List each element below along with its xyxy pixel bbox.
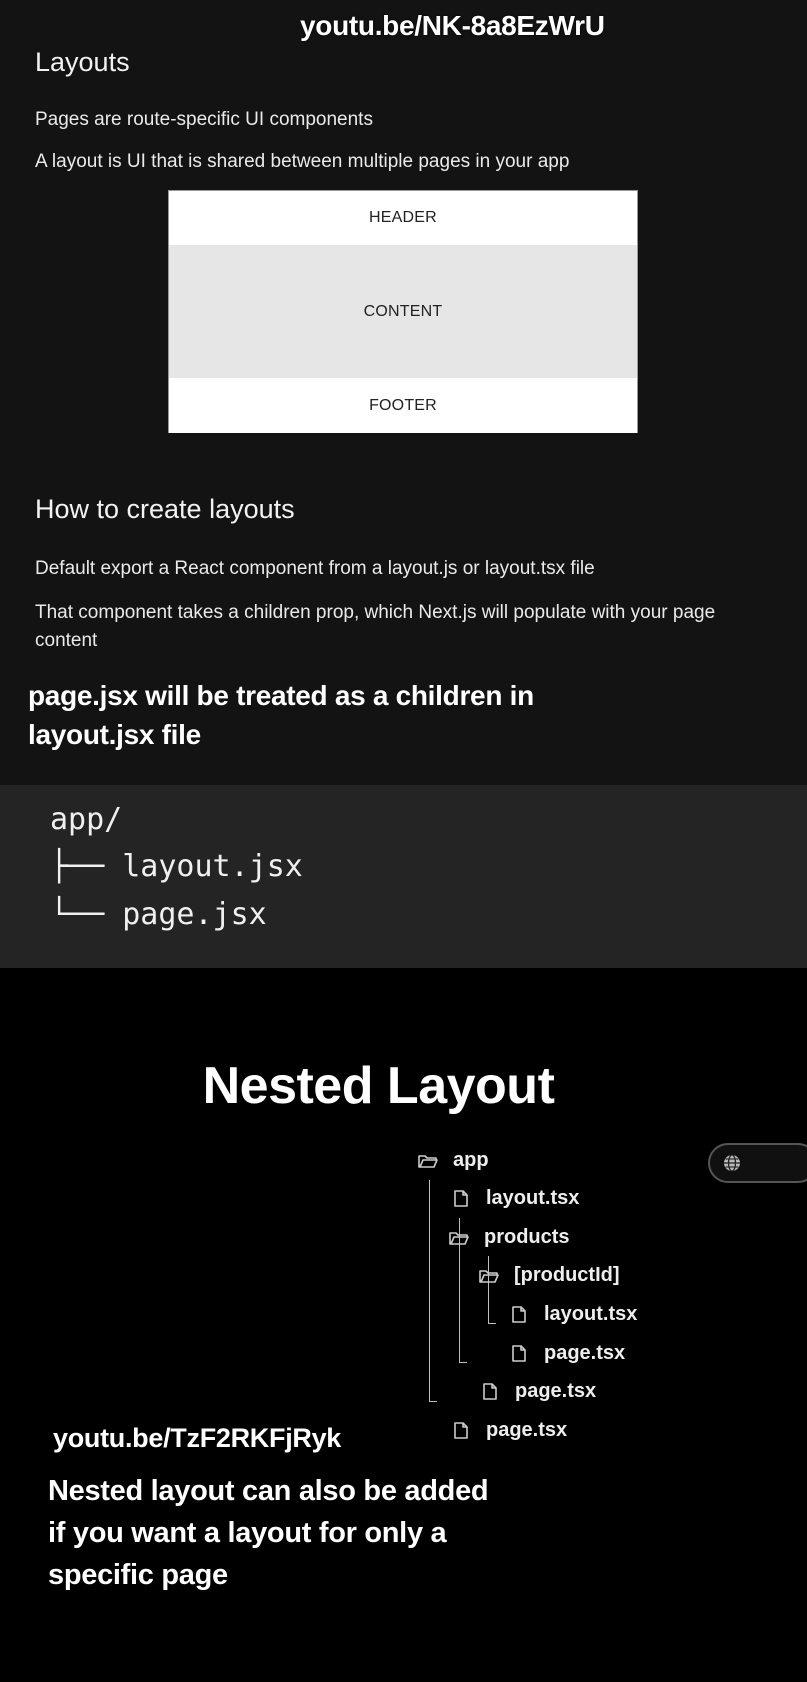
tree-line-root-end xyxy=(429,1401,437,1402)
tree-label: page.tsx xyxy=(515,1380,597,1402)
video-link-caption[interactable]: youtu.be/NK-8a8EzWrU xyxy=(300,10,605,42)
tree-line-productid-end xyxy=(488,1323,496,1324)
tree-label: layout.tsx xyxy=(486,1187,580,1209)
tree-folder-productid[interactable]: [productId] xyxy=(478,1264,620,1287)
file-icon xyxy=(450,1421,472,1441)
layouts-slide: Layouts Pages are route-specific UI comp… xyxy=(0,0,807,785)
diagram-footer: FOOTER xyxy=(169,378,637,433)
tree-file-page-product[interactable]: page.tsx xyxy=(508,1342,625,1365)
tree-file-page-root[interactable]: page.tsx xyxy=(450,1419,567,1442)
folder-open-icon xyxy=(448,1228,470,1248)
code-line-app: app/ xyxy=(50,802,123,837)
tree-label: layout.tsx xyxy=(544,1303,638,1325)
folder-open-icon xyxy=(417,1151,439,1171)
tree-label: products xyxy=(484,1226,570,1248)
tree-label: [productId] xyxy=(514,1264,620,1286)
layouts-heading: Layouts xyxy=(35,47,130,77)
nested-layout-title: Nested Layout xyxy=(202,1057,555,1115)
file-icon xyxy=(479,1382,501,1402)
tree-label: page.tsx xyxy=(486,1419,568,1441)
children-prop-text: That component takes a children prop, wh… xyxy=(35,602,716,651)
code-tree-panel: app/ ├── layout.jsx └── page.jsx xyxy=(0,785,807,968)
tree-line-products-end xyxy=(459,1362,467,1363)
tree-file-layout-product[interactable]: layout.tsx xyxy=(508,1303,637,1326)
folder-open-icon xyxy=(478,1266,500,1286)
code-line-layout: ├── layout.jsx xyxy=(50,849,303,884)
file-icon xyxy=(508,1305,530,1325)
create-layouts-heading: How to create layouts xyxy=(35,494,295,524)
tree-label: page.tsx xyxy=(544,1342,626,1364)
nested-layout-caption: Nested layout can also be added if you w… xyxy=(48,1475,489,1591)
file-icon xyxy=(450,1189,472,1209)
code-line-page: └── page.jsx xyxy=(50,897,267,932)
language-pill[interactable] xyxy=(708,1143,807,1183)
tree-file-page-products[interactable]: page.tsx xyxy=(479,1380,596,1403)
layout-description: A layout is UI that is shared between mu… xyxy=(35,151,570,172)
children-caption: page.jsx will be treated as a children i… xyxy=(28,680,534,750)
file-icon xyxy=(508,1344,530,1364)
tree-folder-products[interactable]: products xyxy=(448,1226,570,1249)
tree-label: app xyxy=(453,1149,489,1171)
diagram-header: HEADER xyxy=(169,191,637,246)
diagram-content: CONTENT xyxy=(169,245,637,379)
tree-line-root xyxy=(429,1180,430,1402)
tree-folder-app[interactable]: app xyxy=(417,1149,489,1172)
globe-icon xyxy=(722,1153,742,1178)
nested-video-link[interactable]: youtu.be/TzF2RKFjRyk xyxy=(53,1423,341,1454)
layout-diagram: HEADER CONTENT FOOTER xyxy=(168,190,638,433)
nested-layout-slide: Nested Layout app layout.tsx products [p… xyxy=(0,968,807,1682)
pages-description: Pages are route-specific UI components xyxy=(35,109,373,130)
default-export-text: Default export a React component from a … xyxy=(35,558,595,579)
tree-file-layout-root[interactable]: layout.tsx xyxy=(450,1187,579,1210)
